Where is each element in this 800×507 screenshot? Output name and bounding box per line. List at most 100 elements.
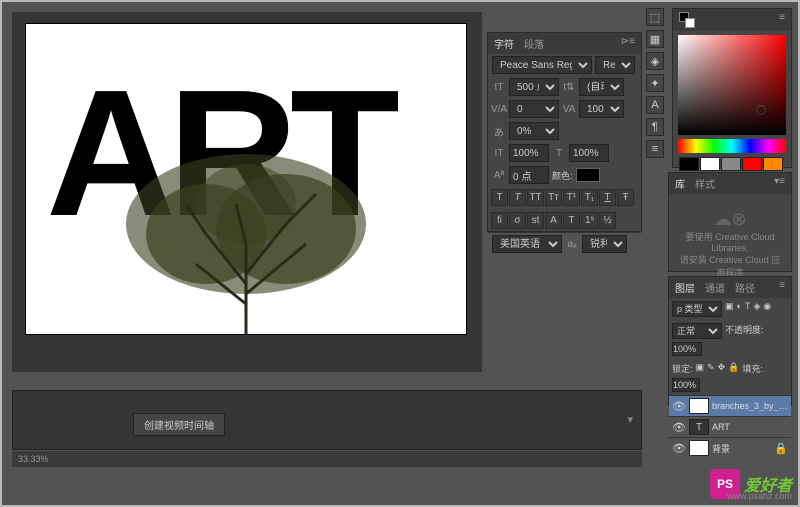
t1-button[interactable]: T: [563, 212, 580, 229]
timeline-panel: 创建视频时间轴 ▾: [12, 390, 642, 450]
shift-icon: あ: [492, 124, 506, 138]
color-label: 颜色:: [552, 169, 573, 182]
visibility-icon[interactable]: 👁: [672, 399, 686, 413]
kerning-icon: V/A: [492, 102, 506, 116]
tool-icon[interactable]: A: [646, 96, 664, 114]
hscale-input[interactable]: [569, 144, 609, 162]
font-size-select[interactable]: 500 点: [509, 78, 559, 96]
tool-icon[interactable]: ⬚: [646, 8, 664, 26]
swatch[interactable]: [763, 157, 783, 171]
aa-icon: aₐ: [565, 237, 579, 251]
size-icon: tT: [492, 80, 506, 94]
underline-button[interactable]: T: [599, 189, 616, 206]
super-button[interactable]: T¹: [563, 189, 580, 206]
baseline-icon: Aª: [492, 168, 506, 182]
dropdown-icon[interactable]: ▾: [627, 413, 633, 426]
layers-panel: 图层 通道 路径 ≡ p 类型 ▣ ◐ T ◈ ◉ 正常 不透明度: 锁定: ▣…: [668, 276, 792, 406]
language-select[interactable]: 美国英语: [492, 235, 562, 253]
panel-menu-icon[interactable]: ≡: [779, 12, 785, 28]
shift-select[interactable]: 0%: [509, 122, 559, 140]
hue-slider[interactable]: [678, 139, 786, 153]
tab-character[interactable]: 字符: [494, 36, 514, 51]
zoom-value[interactable]: 33.33%: [18, 454, 49, 464]
vertical-toolbar: ⬚ ▦ ◈ ✦ A ¶ ≡: [646, 8, 666, 158]
strike-button[interactable]: Ŧ: [617, 189, 634, 206]
filter-icon[interactable]: ◉: [763, 301, 771, 317]
tool-icon[interactable]: ¶: [646, 118, 664, 136]
tab-libraries[interactable]: 库: [675, 176, 685, 191]
font-family-select[interactable]: Peace Sans Regular: [492, 56, 592, 74]
lock-icon[interactable]: 🔒: [728, 362, 739, 375]
watermark: PS 爱好者 www.psahz.com: [710, 469, 792, 499]
fg-bg-swatch-icon[interactable]: [679, 12, 695, 28]
vscale-icon: IT: [492, 146, 506, 160]
fill-input[interactable]: [672, 378, 700, 392]
layer-thumbnail: [689, 398, 709, 414]
tab-layers[interactable]: 图层: [675, 280, 695, 295]
tab-channels[interactable]: 通道: [705, 280, 725, 295]
tab-styles[interactable]: 样式: [695, 176, 715, 191]
bold-button[interactable]: T: [491, 189, 508, 206]
tool-icon[interactable]: ▦: [646, 30, 664, 48]
aa-button[interactable]: st: [527, 212, 544, 229]
canvas-area: ART: [12, 12, 482, 372]
visibility-icon[interactable]: 👁: [672, 441, 686, 455]
tracking-select[interactable]: 100: [579, 100, 624, 118]
swatch[interactable]: [742, 157, 762, 171]
libraries-panel: 库 样式 ▾≡ ☁⊗ 要使用 Creative Cloud Libraries,…: [668, 172, 792, 272]
tab-paths[interactable]: 路径: [735, 280, 755, 295]
tool-icon[interactable]: ✦: [646, 74, 664, 92]
app-frame: ART ⬚ ▦ ◈ ✦ A: [0, 0, 800, 507]
swatch[interactable]: [679, 157, 699, 171]
swatch[interactable]: [700, 157, 720, 171]
panel-menu-icon[interactable]: ▾≡: [774, 176, 785, 191]
tracking-icon: VA: [562, 102, 576, 116]
ad-button[interactable]: A: [545, 212, 562, 229]
panel-menu-icon[interactable]: ⊳≡: [621, 36, 635, 51]
layer-row[interactable]: 👁 T ART: [669, 416, 791, 437]
filter-icon[interactable]: T: [745, 301, 751, 317]
opacity-input[interactable]: [672, 342, 702, 356]
half-button[interactable]: ½: [599, 212, 616, 229]
text-color-swatch[interactable]: [576, 168, 600, 182]
kerning-select[interactable]: 0: [509, 100, 559, 118]
swatch[interactable]: [721, 157, 741, 171]
layer-name: 背景: [712, 442, 771, 455]
blend-mode-select[interactable]: 正常: [672, 323, 722, 339]
create-video-timeline-button[interactable]: 创建视频时间轴: [133, 413, 225, 436]
font-style-select[interactable]: Regular: [595, 56, 635, 74]
visibility-icon[interactable]: 👁: [672, 420, 686, 434]
status-bar: 33.33%: [12, 451, 642, 467]
layer-filter-select[interactable]: p 类型: [672, 301, 722, 317]
layer-row[interactable]: 👁 背景 🔒: [669, 437, 791, 458]
smallcaps-button[interactable]: Tᴛ: [545, 189, 562, 206]
lock-icon[interactable]: ✎: [707, 362, 715, 375]
tool-icon[interactable]: ≡: [646, 140, 664, 158]
leading-select[interactable]: (自动): [579, 78, 624, 96]
filter-icon[interactable]: ▣: [725, 301, 734, 317]
tree-image: [106, 144, 386, 334]
filter-icon[interactable]: ◐: [737, 301, 742, 317]
panel-tabs: 字符 段落 ⊳≡: [488, 33, 641, 54]
st-button[interactable]: σ: [509, 212, 526, 229]
filter-icon[interactable]: ◈: [753, 301, 760, 317]
antialiasing-select[interactable]: 锐利: [582, 235, 627, 253]
tab-paragraph[interactable]: 段落: [524, 36, 544, 51]
tool-icon[interactable]: ◈: [646, 52, 664, 70]
document-canvas[interactable]: ART: [26, 24, 466, 334]
1st-button[interactable]: 1ˢ: [581, 212, 598, 229]
vscale-input[interactable]: [509, 144, 549, 162]
italic-button[interactable]: T: [509, 189, 526, 206]
baseline-input[interactable]: [509, 166, 549, 184]
watermark-url: www.psahz.com: [727, 491, 792, 501]
layer-name: branches_3_by_cherryka...: [712, 401, 788, 411]
panel-menu-icon[interactable]: ≡: [779, 280, 785, 295]
color-field[interactable]: [678, 35, 786, 135]
lock-icon[interactable]: ✥: [718, 362, 726, 375]
caps-button[interactable]: TT: [527, 189, 544, 206]
layer-row[interactable]: 👁 branches_3_by_cherryka...: [669, 395, 791, 416]
lock-icon[interactable]: ▣: [696, 362, 705, 375]
sub-button[interactable]: T₁: [581, 189, 598, 206]
layer-thumbnail: [689, 440, 709, 456]
fi-button[interactable]: fi: [491, 212, 508, 229]
